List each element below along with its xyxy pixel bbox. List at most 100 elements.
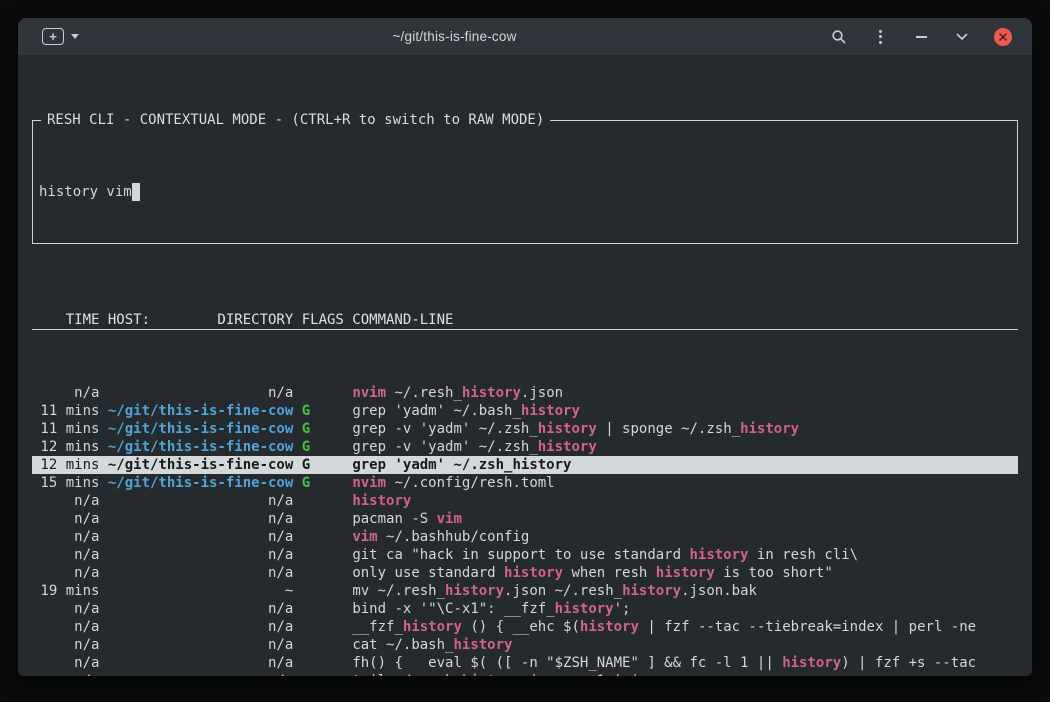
history-row[interactable]: n/a n/a history xyxy=(32,492,1018,510)
text-segment: history xyxy=(622,583,681,599)
menu-kebab-icon[interactable] xyxy=(871,28,889,46)
text-segment: G xyxy=(302,421,353,437)
text-segment: fh() { eval $( ([ -n "$ZSH_NAME" ] && fc… xyxy=(352,655,782,671)
text-segment xyxy=(302,565,353,581)
text-segment: '; xyxy=(614,601,631,617)
text-segment: mv ~/.resh_ xyxy=(352,583,445,599)
history-row[interactable]: n/a n/a only use standard history when r… xyxy=(32,564,1018,582)
terminal-window: + ~/git/this-is-fine-cow xyxy=(18,18,1032,676)
text-segment: history xyxy=(580,619,639,635)
terminal-content: RESH CLI - CONTEXTUAL MODE - (CTRL+R to … xyxy=(18,55,1032,676)
text-segment: grep -v 'yadm' ~/.zsh_ xyxy=(352,421,537,437)
resh-search-box[interactable]: RESH CLI - CONTEXTUAL MODE - (CTRL+R to … xyxy=(32,120,1018,244)
text-segment: in resh cli\ xyxy=(748,547,858,563)
history-row[interactable]: n/a n/a __fzf_history () { __ehc $(histo… xyxy=(32,618,1018,636)
text-segment: history xyxy=(521,403,580,419)
text-segment: git ca "hack in support to use standard xyxy=(352,547,689,563)
text-segment xyxy=(302,601,353,617)
history-row-selected[interactable]: 12 mins ~/git/this-is-fine-cow G grep 'y… xyxy=(32,456,1018,474)
text-segment: G xyxy=(302,439,353,455)
text-segment: history xyxy=(555,601,614,617)
text-segment: history xyxy=(403,619,462,635)
restore-icon[interactable] xyxy=(953,28,971,46)
chevron-down-icon[interactable] xyxy=(71,34,79,39)
text-segment: history xyxy=(462,385,521,401)
search-icon[interactable] xyxy=(830,28,848,46)
text-segment: n/a xyxy=(32,529,108,545)
text-segment: tail ~/.resh_ xyxy=(352,673,462,676)
text-segment: grep 'yadm' ~/.zsh_history xyxy=(352,457,571,473)
text-segment: () { __ehc $( xyxy=(462,619,580,635)
titlebar[interactable]: + ~/git/this-is-fine-cow xyxy=(18,18,1032,55)
new-tab-button[interactable]: + xyxy=(42,28,64,45)
titlebar-right-controls xyxy=(830,28,1012,46)
table-header: TIME HOST: DIRECTORY FLAGS COMMAND-LINE xyxy=(32,311,1018,330)
text-segment: cat ~/.bash_ xyxy=(352,637,453,653)
text-segment: history xyxy=(504,565,563,581)
text-segment: ~/git/this-is-fine-cow xyxy=(108,421,302,437)
titlebar-left-controls: + xyxy=(42,28,79,45)
text-segment: grep -v 'yadm' ~/.zsh_ xyxy=(352,439,537,455)
text-segment: history xyxy=(740,421,799,437)
text-segment xyxy=(302,673,353,676)
text-segment: ~/git/this-is-fine-cow xyxy=(108,457,302,473)
history-row[interactable]: 11 mins ~/git/this-is-fine-cow G grep -v… xyxy=(32,420,1018,438)
text-segment xyxy=(302,547,353,563)
text-segment xyxy=(302,385,353,401)
text-segment: n/a xyxy=(32,601,108,617)
text-segment: ~/git/this-is-fine-cow xyxy=(108,403,302,419)
close-button[interactable] xyxy=(994,28,1012,46)
text-segment: history xyxy=(689,547,748,563)
text-segment: history xyxy=(445,583,504,599)
text-segment: history xyxy=(538,421,597,437)
text-segment: n/a xyxy=(108,493,302,509)
history-row[interactable]: n/a n/a bind -x '"\C-x1": __fzf_history'… xyxy=(32,600,1018,618)
text-segment: vim xyxy=(437,511,462,527)
minimize-icon[interactable] xyxy=(912,28,930,46)
text-segment: 19 mins xyxy=(32,583,108,599)
text-segment: history xyxy=(462,673,521,676)
text-segment: | sponge ~/.zsh_ xyxy=(597,421,740,437)
text-segment: history xyxy=(352,493,411,509)
text-segment: | fzf --tac --tiebreak=index | perl -ne xyxy=(639,619,976,635)
text-segment xyxy=(302,637,353,653)
text-segment: .json ~/.resh_ xyxy=(504,583,622,599)
text-segment: history xyxy=(782,655,841,671)
text-segment: n/a xyxy=(108,547,302,563)
text-segment: 11 mins xyxy=(32,421,108,437)
text-cursor xyxy=(132,183,140,201)
history-row[interactable]: 15 mins ~/git/this-is-fine-cow G nvim ~/… xyxy=(32,474,1018,492)
history-row[interactable]: n/a n/a git ca "hack in support to use s… xyxy=(32,546,1018,564)
text-segment: 11 mins xyxy=(32,403,108,419)
text-segment: grep 'yadm' ~/.bash_ xyxy=(352,403,521,419)
text-segment: ~/.resh_ xyxy=(386,385,462,401)
history-row[interactable]: 12 mins ~/git/this-is-fine-cow G grep -v… xyxy=(32,438,1018,456)
history-row[interactable]: n/a n/a cat ~/.bash_history xyxy=(32,636,1018,654)
history-row[interactable]: n/a n/a fh() { eval $( ([ -n "$ZSH_NAME"… xyxy=(32,654,1018,672)
text-segment: n/a xyxy=(32,511,108,527)
text-segment: n/a xyxy=(108,565,302,581)
text-segment: n/a xyxy=(108,619,302,635)
text-segment: n/a xyxy=(108,655,302,671)
text-segment: n/a xyxy=(108,529,302,545)
history-row[interactable]: 11 mins ~/git/this-is-fine-cow G grep 'y… xyxy=(32,402,1018,420)
text-segment: history xyxy=(538,439,597,455)
window-title: ~/git/this-is-fine-cow xyxy=(79,29,830,44)
text-segment: n/a xyxy=(32,655,108,671)
search-input[interactable]: history vim xyxy=(39,183,1011,201)
text-segment: n/a xyxy=(32,385,108,401)
text-segment: when resh xyxy=(563,565,656,581)
history-row[interactable]: n/a n/a tail ~/.resh_history.json -n 1 |… xyxy=(32,672,1018,676)
text-segment: n/a xyxy=(108,385,302,401)
text-segment xyxy=(302,619,353,635)
history-row[interactable]: n/a n/a pacman -S vim xyxy=(32,510,1018,528)
history-row[interactable]: n/a n/a nvim ~/.resh_history.json xyxy=(32,384,1018,402)
history-row[interactable]: 19 mins ~ mv ~/.resh_history.json ~/.res… xyxy=(32,582,1018,600)
text-segment xyxy=(302,529,353,545)
text-segment: ~/git/this-is-fine-cow xyxy=(108,475,302,491)
text-segment: 15 mins xyxy=(32,475,108,491)
text-segment: is too short" xyxy=(715,565,833,581)
text-segment: n/a xyxy=(108,637,302,653)
text-segment: n/a xyxy=(32,619,108,635)
history-row[interactable]: n/a n/a vim ~/.bashhub/config xyxy=(32,528,1018,546)
